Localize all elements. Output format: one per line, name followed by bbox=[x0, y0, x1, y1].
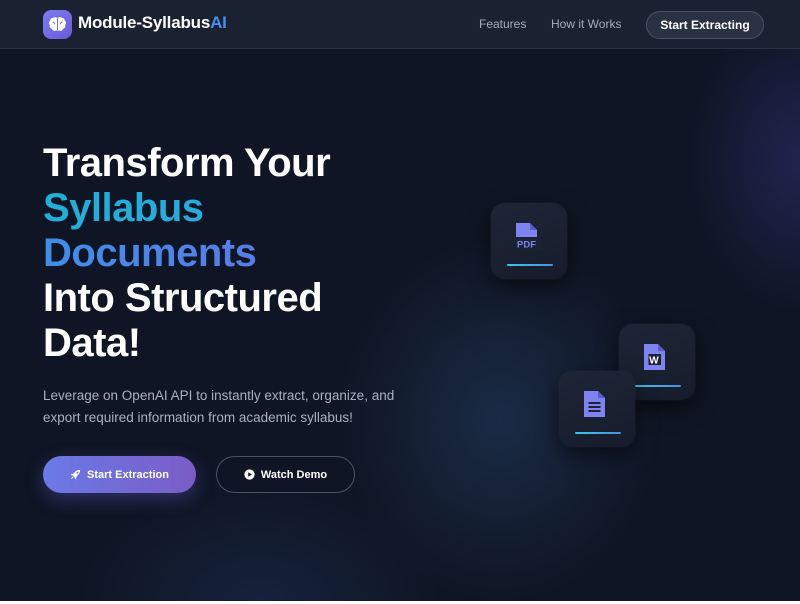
rocket-icon bbox=[70, 469, 81, 480]
hero-title-line-5: Data! bbox=[43, 321, 141, 365]
nav-link-how-it-works[interactable]: How it Works bbox=[551, 17, 621, 31]
landing-page: Module-SyllabusAI Features How it Works … bbox=[0, 0, 800, 604]
pdf-file-icon: PDF bbox=[516, 223, 542, 251]
nav-link-features[interactable]: Features bbox=[479, 17, 526, 31]
pdf-file-label: PDF bbox=[517, 240, 536, 251]
hero-subtitle: Leverage on OpenAI API to instantly extr… bbox=[43, 388, 395, 425]
brand-name[interactable]: Module-SyllabusAI bbox=[78, 13, 227, 33]
card-progress-bar bbox=[575, 432, 621, 434]
hero-title-line-1: Transform Your bbox=[43, 141, 331, 185]
hero-title-line-3: Documents bbox=[43, 231, 403, 276]
play-circle-icon bbox=[244, 469, 255, 480]
word-file-label: W bbox=[649, 356, 659, 367]
hero-title: Transform Your Syllabus Documents Into S… bbox=[43, 141, 403, 366]
start-extraction-button[interactable]: Start Extraction bbox=[43, 456, 196, 493]
hero-title-line-4: Into Structured bbox=[43, 276, 323, 320]
start-extraction-label: Start Extraction bbox=[87, 468, 169, 481]
watch-demo-button[interactable]: Watch Demo bbox=[216, 456, 355, 493]
brand-accent-text: AI bbox=[210, 13, 227, 32]
watch-demo-label: Watch Demo bbox=[260, 468, 328, 481]
text-file-card bbox=[559, 371, 635, 447]
hero-title-line-2: Syllabus bbox=[43, 186, 403, 231]
brain-logo-icon[interactable] bbox=[43, 10, 72, 39]
navbar: Module-SyllabusAI Features How it Works … bbox=[0, 0, 800, 49]
card-progress-bar bbox=[507, 264, 553, 266]
pdf-file-card: PDF bbox=[491, 203, 567, 279]
card-progress-bar bbox=[635, 385, 681, 387]
word-file-icon: W bbox=[644, 344, 665, 370]
brand-main-text: Module-Syllabus bbox=[78, 13, 211, 32]
start-extracting-button[interactable]: Start Extracting bbox=[646, 11, 764, 39]
text-file-icon bbox=[584, 391, 605, 417]
